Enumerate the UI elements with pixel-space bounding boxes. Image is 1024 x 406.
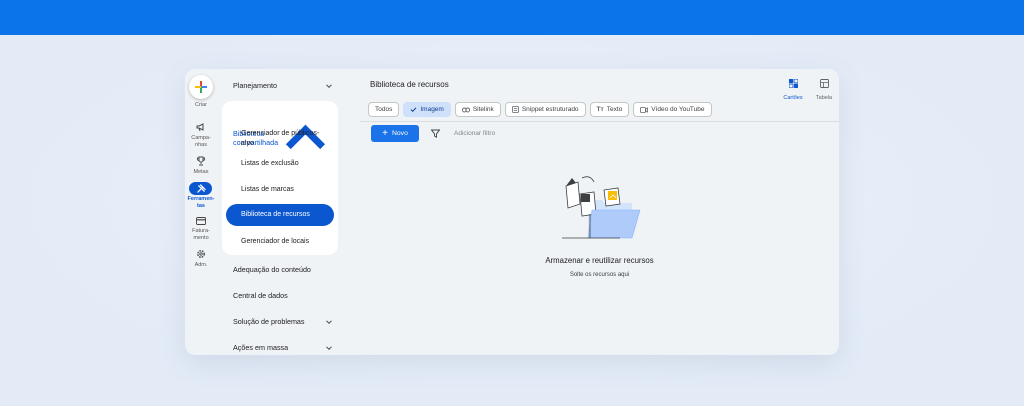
nav-item-planning[interactable]: Planejamento: [233, 81, 333, 90]
check-icon: [411, 107, 417, 113]
video-camera-icon: [640, 106, 649, 113]
credit-card-icon[interactable]: [194, 215, 208, 227]
app-window: Criar Campa- nhas Metas Ferramen- tas Fa…: [185, 69, 839, 355]
tools-navigation: Planejamento Biblioteca compartilhada Ge…: [222, 69, 345, 355]
chip-text[interactable]: Tт Texto: [589, 102, 630, 117]
cards-view-icon: [788, 78, 798, 89]
chevron-down-icon: [326, 319, 332, 324]
rail-item-billing[interactable]: Fatura- mento: [185, 228, 217, 241]
chip-label: Texto: [606, 106, 623, 113]
plus-icon: +: [382, 127, 388, 139]
chip-structured-snippet[interactable]: Snippet estruturado: [504, 102, 586, 117]
nav-item-label: Ações em massa: [233, 343, 289, 352]
nav-item-label: Solução de problemas: [233, 317, 305, 326]
view-table-label: Tabela: [815, 95, 833, 101]
nav-item-content-suitability[interactable]: Adequação do conteúdo: [233, 265, 333, 274]
chip-label: Sitelink: [472, 106, 494, 113]
text-format-icon: Tт: [596, 106, 604, 113]
nav-item-data-manager[interactable]: Central de dados: [233, 291, 333, 300]
nav-subitem-brand-lists[interactable]: Listas de marcas: [241, 185, 331, 195]
nav-subitem-audience-manager[interactable]: Gerenciador de públicos-alvo: [241, 129, 331, 149]
megaphone-icon[interactable]: [194, 121, 208, 133]
nav-item-label: Adequação do conteúdo: [233, 265, 311, 274]
table-view-icon: [819, 79, 829, 88]
create-label: Criar: [195, 102, 207, 108]
filter-icon[interactable]: [431, 129, 440, 138]
top-banner: [0, 0, 1024, 35]
view-cards-button[interactable]: Cartões: [778, 75, 808, 101]
chip-youtube-video[interactable]: Vídeo do YouTube: [633, 102, 712, 117]
chip-image[interactable]: Imagem: [403, 102, 451, 117]
asset-library-illustration-icon: [562, 176, 641, 239]
chevron-down-icon: [326, 345, 332, 350]
chevron-down-icon: [326, 83, 332, 88]
rail-item-goals[interactable]: Metas: [185, 169, 217, 176]
empty-state-title: Armazenar e reutilizar recursos: [545, 256, 654, 265]
new-button-label: Novo: [391, 130, 408, 137]
nav-subitem-exclusion-lists[interactable]: Listas de exclusão: [241, 159, 331, 169]
toolbar-divider: [360, 121, 839, 122]
add-filter-input[interactable]: Adicionar filtro: [454, 130, 495, 137]
asset-library-main: Biblioteca de recursos Cartões Tabela To…: [360, 69, 839, 355]
trophy-icon[interactable]: [194, 155, 208, 167]
chip-label: Todos: [375, 106, 393, 113]
view-cards-label: Cartões: [783, 95, 803, 101]
rail-item-campaigns[interactable]: Campa- nhas: [185, 135, 217, 148]
link-icon: [461, 107, 470, 112]
nav-subitem-location-manager[interactable]: Gerenciador de locais: [241, 237, 331, 247]
rail-item-tools[interactable]: Ferramen- tas: [185, 196, 217, 209]
rail-item-admin[interactable]: Adm.: [185, 262, 217, 269]
nav-item-troubleshooting[interactable]: Solução de problemas: [233, 317, 333, 326]
asset-type-filter-chips: Todos Imagem Sitelink Snippet estruturad…: [368, 102, 712, 117]
chip-label: Snippet estruturado: [521, 106, 579, 113]
chip-label: Vídeo do YouTube: [651, 106, 705, 113]
chip-label: Imagem: [420, 106, 444, 113]
gear-icon[interactable]: [194, 248, 208, 260]
plus-icon: [195, 81, 207, 93]
nav-item-label: Central de dados: [233, 291, 288, 300]
chip-all[interactable]: Todos: [368, 102, 400, 117]
nav-item-label: Planejamento: [233, 81, 277, 90]
chip-sitelink[interactable]: Sitelink: [454, 102, 501, 117]
nav-subitem-asset-library[interactable]: Biblioteca de recursos: [241, 210, 331, 220]
nav-item-bulk-actions[interactable]: Ações em massa: [233, 343, 333, 352]
snippet-icon: [511, 106, 519, 113]
view-table-button[interactable]: Tabela: [809, 75, 839, 101]
shared-library-section: Biblioteca compartilhada Gerenciador de …: [222, 101, 338, 255]
create-button[interactable]: [189, 75, 213, 99]
page-title: Biblioteca de recursos: [370, 80, 449, 89]
tools-icon[interactable]: [194, 182, 208, 194]
new-asset-button[interactable]: + Novo: [371, 125, 419, 142]
navigation-rail: Criar Campa- nhas Metas Ferramen- tas Fa…: [185, 69, 217, 355]
empty-state-subtitle: Solte os recursos aqui: [569, 272, 630, 278]
